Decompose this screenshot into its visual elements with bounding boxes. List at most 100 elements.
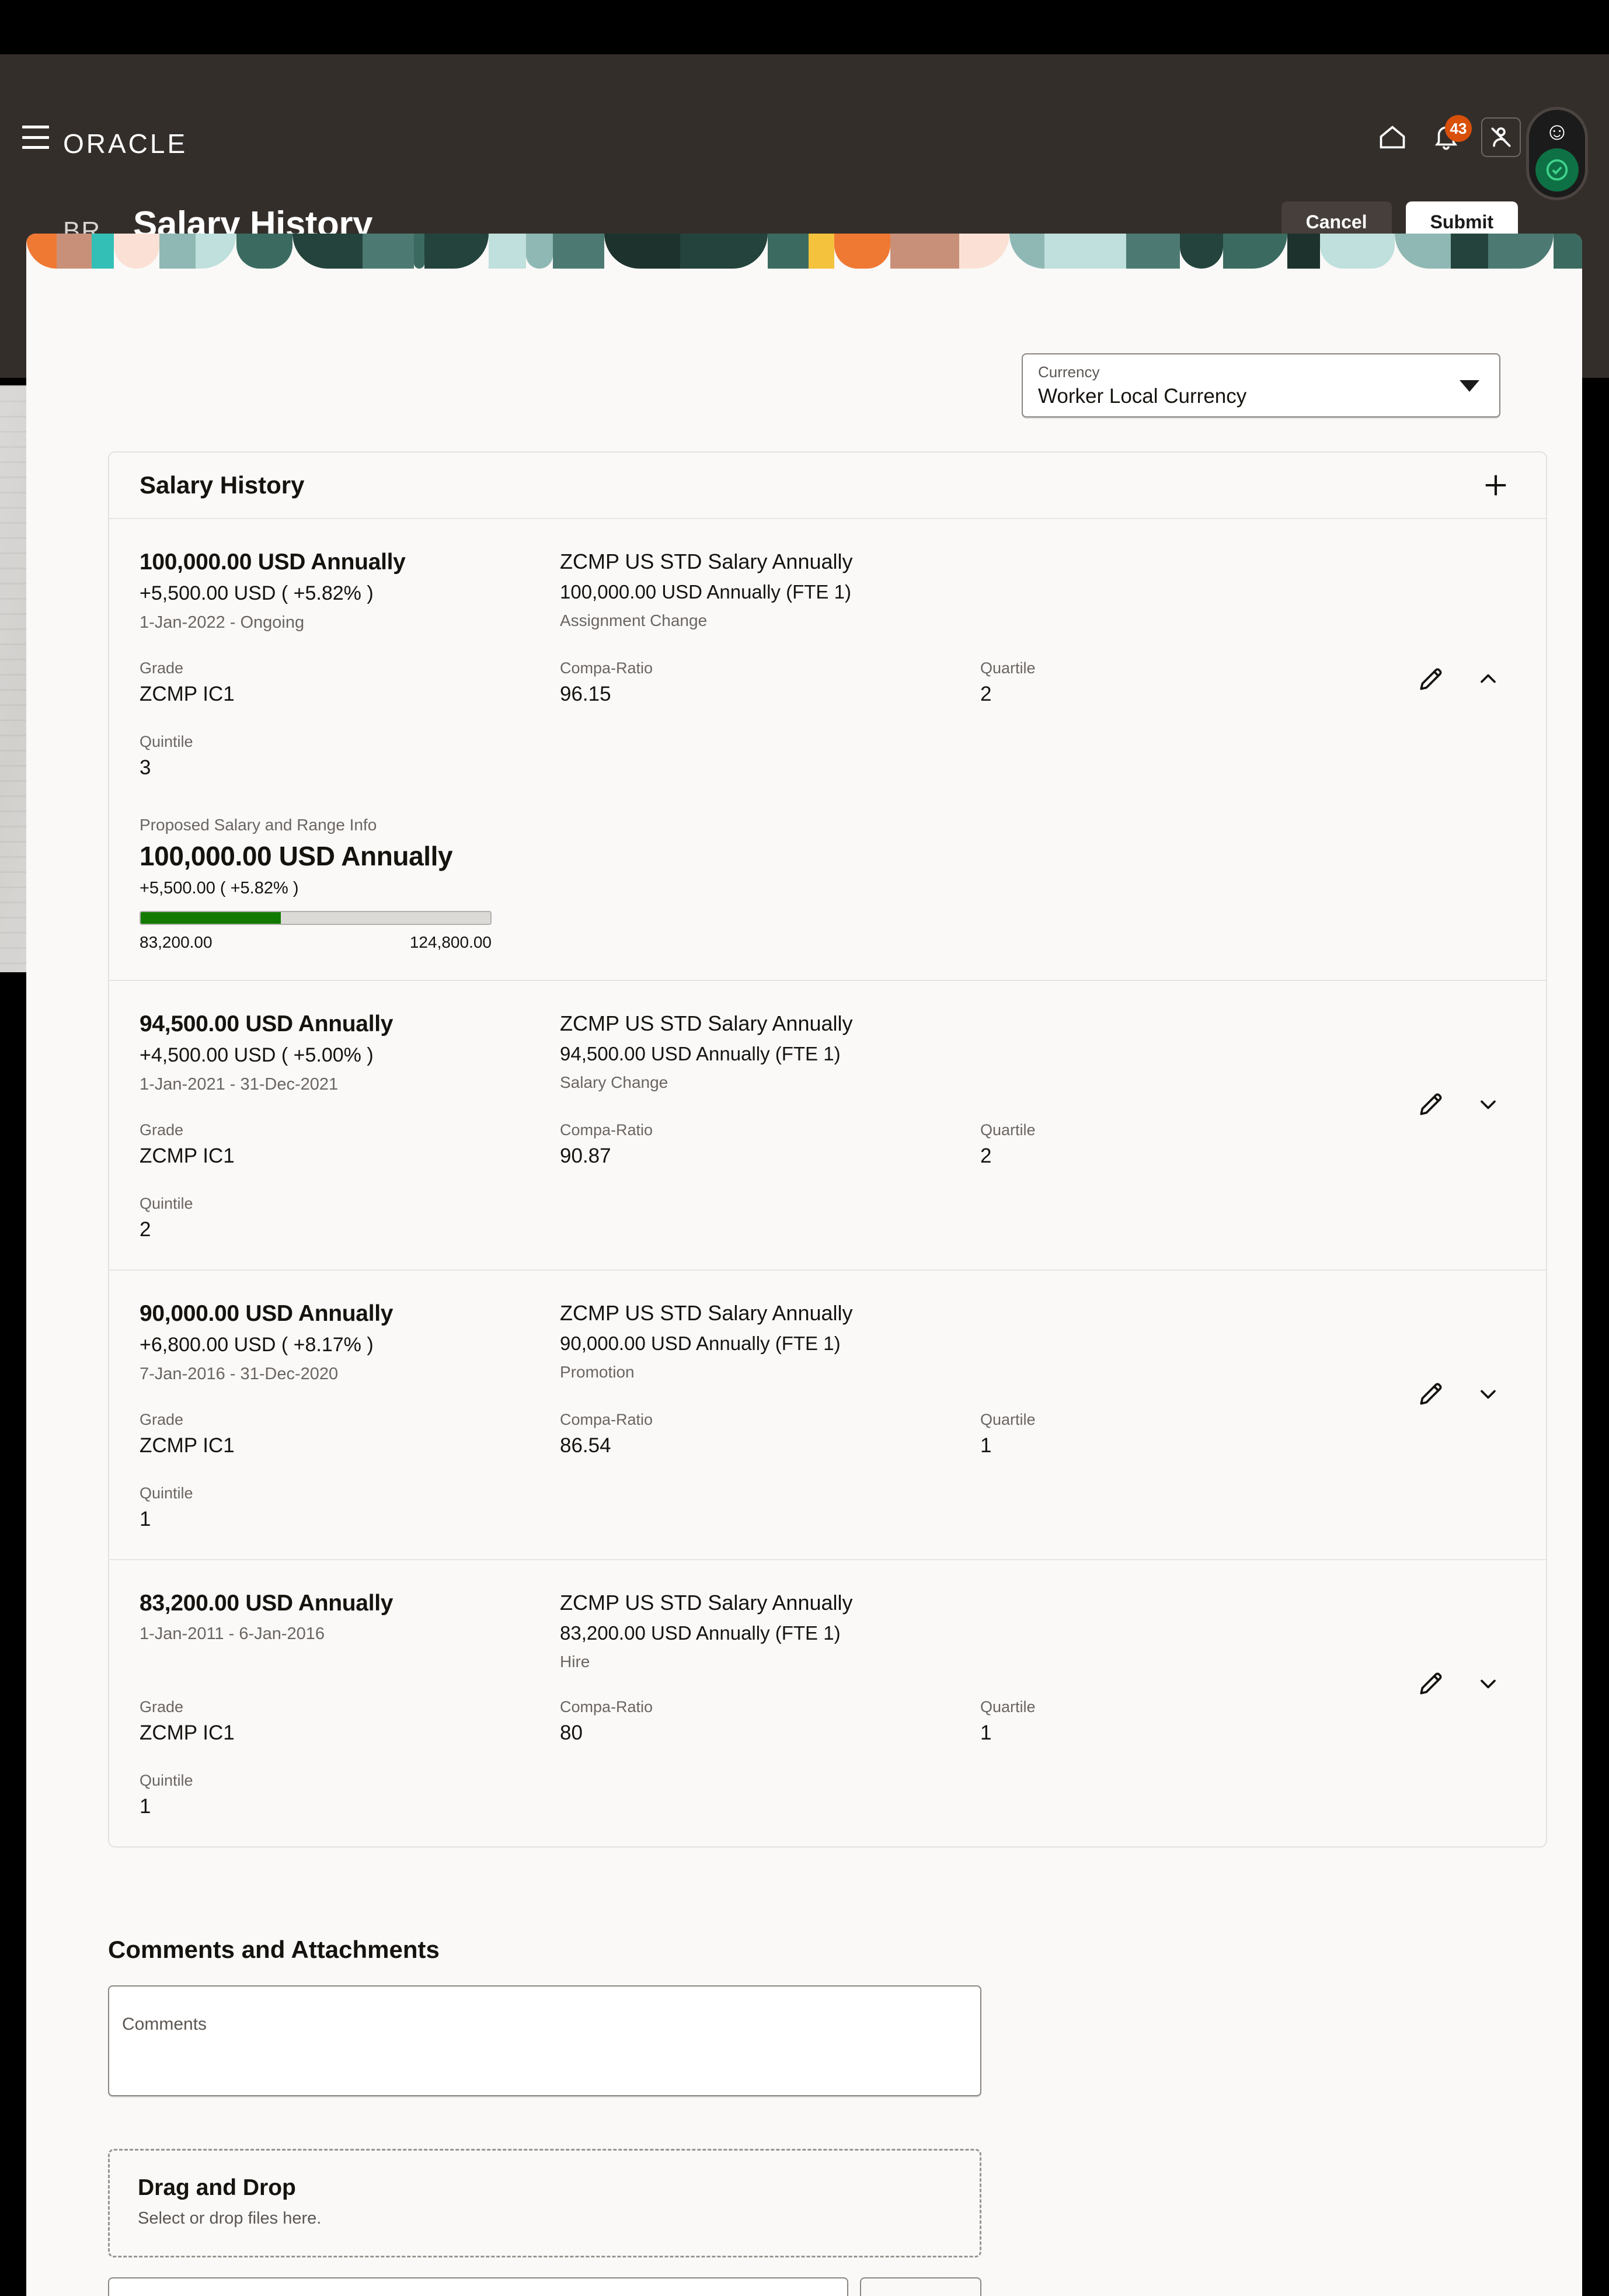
grade-label: Grade xyxy=(140,1121,184,1139)
chevron-down-icon[interactable] xyxy=(1471,1087,1505,1121)
salary-history-entry: 100,000.00 USD Annually +5,500.00 USD ( … xyxy=(109,519,1546,981)
salary-history-list: 100,000.00 USD Annually +5,500.00 USD ( … xyxy=(109,519,1546,1846)
entry-plan: ZCMP US STD Salary Annually 90,000.00 US… xyxy=(560,1301,980,1384)
quartile-value: 2 xyxy=(980,683,992,705)
grade-value: ZCMP IC1 xyxy=(140,1721,235,1744)
entry-compa-field: Compa-Ratio 96.15 xyxy=(560,659,980,706)
currency-select[interactable]: Currency Worker Local Currency xyxy=(1022,353,1500,418)
quartile-label: Quartile xyxy=(980,659,1036,677)
entry-quintile-field: Quintile 2 xyxy=(140,1195,560,1241)
entry-summary: 100,000.00 USD Annually +5,500.00 USD ( … xyxy=(140,549,560,632)
salary-history-title: Salary History xyxy=(140,471,305,499)
entry-summary: 90,000.00 USD Annually +6,800.00 USD ( +… xyxy=(140,1301,560,1384)
chevron-up-icon[interactable] xyxy=(1471,662,1505,696)
home-icon[interactable] xyxy=(1374,119,1411,156)
edit-pencil-icon[interactable] xyxy=(1414,662,1448,696)
entry-actions xyxy=(1414,1377,1505,1411)
entry-quartile-field: Quartile 1 xyxy=(980,1698,1214,1745)
entry-summary: 94,500.00 USD Annually +4,500.00 USD ( +… xyxy=(140,1011,560,1094)
currency-field: Currency Worker Local Currency xyxy=(1022,353,1500,418)
quartile-label: Quartile xyxy=(980,1121,1036,1139)
entry-grade-field: Grade ZCMP IC1 xyxy=(140,1698,560,1745)
person-slash-icon[interactable] xyxy=(1481,117,1521,157)
quintile-label: Quintile xyxy=(140,733,193,750)
grade-label: Grade xyxy=(140,1411,184,1428)
entry-dates: 1-Jan-2022 - Ongoing xyxy=(140,613,305,632)
entry-grade-field: Grade ZCMP IC1 xyxy=(140,659,560,706)
dropzone-subtitle: Select or drop files here. xyxy=(138,2209,322,2228)
chevron-down-icon[interactable] xyxy=(1471,1667,1505,1700)
salary-range-bar xyxy=(140,911,492,925)
check-circle-icon xyxy=(1535,148,1579,192)
edit-pencil-icon[interactable] xyxy=(1414,1087,1448,1121)
entry-quintile-row: Quintile 1 xyxy=(140,1772,1516,1818)
entry-plan-amount: 94,500.00 USD Annually (FTE 1) xyxy=(560,1043,841,1064)
entry-quartile-field: Quartile 2 xyxy=(980,1121,1214,1168)
entry-grade-field: Grade ZCMP IC1 xyxy=(140,1121,560,1168)
entry-compa-field: Compa-Ratio 86.54 xyxy=(560,1411,980,1457)
comments-input[interactable]: Comments xyxy=(108,1985,981,2096)
entry-amount: 90,000.00 USD Annually xyxy=(140,1301,393,1326)
compa-ratio-label: Compa-Ratio xyxy=(560,1121,653,1139)
salary-history-entry: 90,000.00 USD Annually +6,800.00 USD ( +… xyxy=(109,1271,1546,1560)
add-url-button[interactable]: Add URL xyxy=(860,2277,981,2296)
currency-label: Currency xyxy=(1038,363,1100,381)
salary-history-header: Salary History xyxy=(109,453,1546,519)
content-surface: Currency Worker Local Currency Salary Hi… xyxy=(26,234,1582,2296)
notification-count-badge: 43 xyxy=(1445,115,1472,142)
compa-ratio-value: 86.54 xyxy=(560,1434,611,1457)
comments-attachments-title: Comments and Attachments xyxy=(108,1936,440,1963)
quartile-label: Quartile xyxy=(980,1698,1036,1716)
grade-value: ZCMP IC1 xyxy=(140,1434,235,1457)
entry-quintile-field: Quintile 3 xyxy=(140,733,560,780)
oracle-logo: ORACLE xyxy=(63,128,188,159)
entry-actions xyxy=(1414,1087,1505,1121)
entry-plan: ZCMP US STD Salary Annually 83,200.00 US… xyxy=(560,1591,980,1671)
edit-pencil-icon[interactable] xyxy=(1414,1377,1448,1411)
hamburger-icon[interactable] xyxy=(22,126,49,149)
compa-ratio-label: Compa-Ratio xyxy=(560,659,653,677)
compa-ratio-label: Compa-Ratio xyxy=(560,1698,653,1716)
entry-dates: 1-Jan-2021 - 31-Dec-2021 xyxy=(140,1075,339,1094)
entry-top-row: 94,500.00 USD Annually +4,500.00 USD ( +… xyxy=(140,1011,1516,1094)
entry-plan-amount: 90,000.00 USD Annually (FTE 1) xyxy=(560,1333,841,1354)
entry-quintile-row: Quintile 1 xyxy=(140,1484,1516,1531)
entry-spacer xyxy=(980,1011,1214,1094)
edit-pencil-icon[interactable] xyxy=(1414,1667,1448,1700)
entry-action-reason: Hire xyxy=(560,1653,590,1671)
quartile-value: 1 xyxy=(980,1434,992,1457)
proposed-salary-delta: +5,500.00 ( +5.82% ) xyxy=(140,879,299,897)
salary-history-entry: 94,500.00 USD Annually +4,500.00 USD ( +… xyxy=(109,981,1546,1271)
compa-ratio-value: 90.87 xyxy=(560,1144,611,1167)
decorative-banner xyxy=(26,234,1582,269)
proposed-salary-block: Proposed Salary and Range Info 100,000.0… xyxy=(140,816,496,952)
app-root: ORACLE 43 ☺ BR Salary History Cancel Sub… xyxy=(0,0,1609,2296)
quartile-label: Quartile xyxy=(980,1411,1036,1428)
salary-history-card: Salary History 100,000.00 USD Annually +… xyxy=(108,451,1547,1848)
entry-quartile-field: Quartile 1 xyxy=(980,1411,1214,1457)
quartile-value: 2 xyxy=(980,1144,992,1167)
notifications-bell-icon[interactable]: 43 xyxy=(1427,115,1472,156)
entry-delta: +6,800.00 USD ( +8.17% ) xyxy=(140,1334,374,1356)
entry-metrics-row: Grade ZCMP IC1 Compa-Ratio 80 Quartile 1 xyxy=(140,1698,1516,1745)
entry-amount: 94,500.00 USD Annually xyxy=(140,1011,393,1036)
entry-plan-name: ZCMP US STD Salary Annually xyxy=(560,1301,853,1325)
quintile-label: Quintile xyxy=(140,1195,193,1212)
avatar-icon: ☺ xyxy=(1544,117,1570,145)
quintile-value: 3 xyxy=(140,756,151,779)
chevron-down-icon[interactable] xyxy=(1471,1377,1505,1411)
url-input[interactable]: URL xyxy=(108,2277,848,2296)
entry-quartile-field: Quartile 2 xyxy=(980,659,1214,706)
entry-top-row: 90,000.00 USD Annually +6,800.00 USD ( +… xyxy=(140,1301,1516,1384)
entry-quintile-row: Quintile 2 xyxy=(140,1195,1516,1241)
grade-label: Grade xyxy=(140,1698,184,1716)
entry-dates: 1-Jan-2011 - 6-Jan-2016 xyxy=(140,1624,325,1643)
entry-metrics-row: Grade ZCMP IC1 Compa-Ratio 86.54 Quartil… xyxy=(140,1411,1516,1457)
add-salary-icon[interactable] xyxy=(1474,463,1518,507)
quartile-value: 1 xyxy=(980,1721,992,1744)
salary-history-entry: 83,200.00 USD Annually 1-Jan-2011 - 6-Ja… xyxy=(109,1560,1546,1846)
file-dropzone[interactable]: Drag and Drop Select or drop files here. xyxy=(108,2149,981,2257)
entry-compa-field: Compa-Ratio 90.87 xyxy=(560,1121,980,1168)
compa-ratio-value: 80 xyxy=(560,1721,583,1744)
avatar[interactable]: ☺ xyxy=(1526,107,1588,200)
